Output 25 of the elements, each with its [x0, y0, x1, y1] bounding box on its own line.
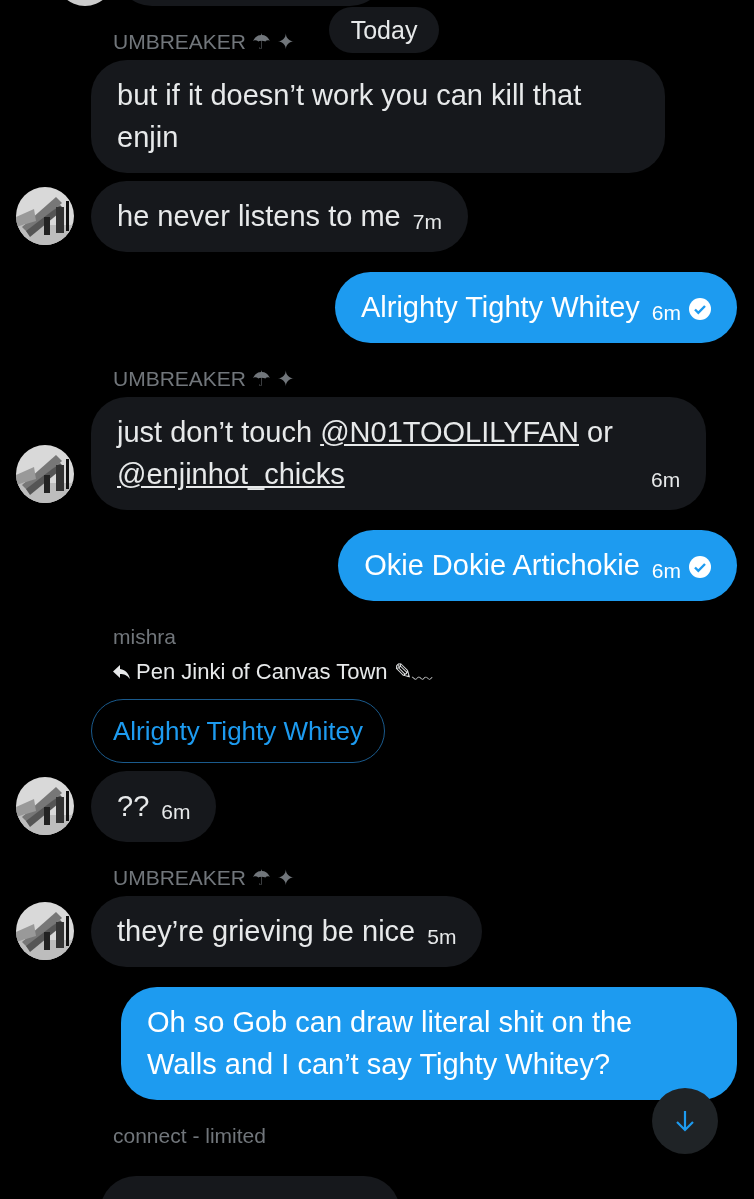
message-text: Okie Dokie Artichokie	[364, 548, 640, 583]
arrow-down-icon	[675, 1110, 695, 1132]
message-text: Alrighty Tighty Whitey	[361, 290, 640, 325]
reply-context: Pen Jinki of Canvas Town ✎﹏	[136, 658, 434, 686]
sender-name: UMBREAKER ☂ ✦	[113, 866, 295, 890]
message-text: Oh so Gob can draw literal shit on the Walls and I can’t say Tighty Whitey?	[147, 1005, 634, 1082]
sender-name: connect - limited	[113, 1124, 266, 1148]
message-text: just don’t touch @N01TOOLILYFAN or @enjinhot_chicks	[117, 415, 614, 492]
date-pill: Today	[328, 7, 440, 53]
message-time: 5m	[427, 924, 457, 950]
message-time: 6m	[651, 467, 681, 493]
message-time: 6m	[161, 799, 191, 825]
sender-name: mishra	[113, 625, 176, 649]
reply-icon	[113, 664, 130, 680]
mention-link[interactable]: @N01TOOLILYFAN	[320, 416, 579, 448]
message-text: they’re grieving be nice	[117, 914, 416, 949]
sender-name: UMBREAKER ☂ ✦	[113, 367, 295, 391]
message-time: 7m	[412, 209, 442, 235]
message-time: 6m	[651, 558, 681, 584]
message-text: he never listens to me	[117, 199, 401, 234]
message-text: but if it doesn’t work you can kill that enjin	[117, 78, 583, 155]
mention-link[interactable]: @enjinhot_chicks	[117, 458, 345, 490]
message-text: ??	[117, 789, 150, 824]
message-time: 6m	[651, 300, 681, 326]
sender-name: UMBREAKER ☂ ✦	[113, 30, 295, 54]
